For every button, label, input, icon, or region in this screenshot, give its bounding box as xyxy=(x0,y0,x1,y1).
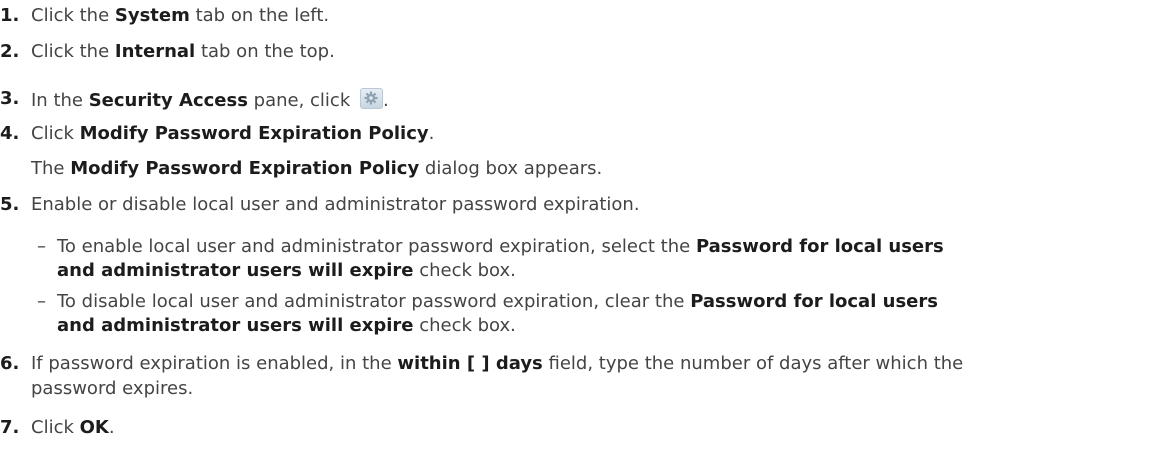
step-number: 7. xyxy=(0,417,20,438)
step-text: If password expiration is enabled, in th… xyxy=(31,353,964,374)
substep-text: and administrator users will expire chec… xyxy=(57,315,516,336)
step-number: 2. xyxy=(0,41,20,62)
step-text: password expires. xyxy=(31,378,194,399)
step-text: In the Security Access pane, click . xyxy=(31,88,389,111)
step-text: Click the Internal tab on the top. xyxy=(31,41,335,62)
step-text: Enable or disable local user and adminis… xyxy=(31,194,640,215)
step-text: Click the System tab on the left. xyxy=(31,5,330,26)
step-note-text: The Modify Password Expiration Policy di… xyxy=(31,158,603,179)
step-number: 4. xyxy=(0,123,20,144)
substep-text: and administrator users will expire chec… xyxy=(57,260,516,281)
step-number: 1. xyxy=(0,5,20,26)
gear-icon xyxy=(359,88,383,109)
substep-text: To disable local user and administrator … xyxy=(57,291,938,312)
step-number: 3. xyxy=(0,88,20,109)
dash-bullet: – xyxy=(37,291,46,312)
step-number: 5. xyxy=(0,194,20,215)
step-text: Click Modify Password Expiration Policy. xyxy=(31,123,435,144)
dash-bullet: – xyxy=(37,236,46,257)
step-number: 6. xyxy=(0,353,20,374)
substep-text: To enable local user and administrator p… xyxy=(57,236,944,257)
step-text: Click OK. xyxy=(31,417,115,438)
